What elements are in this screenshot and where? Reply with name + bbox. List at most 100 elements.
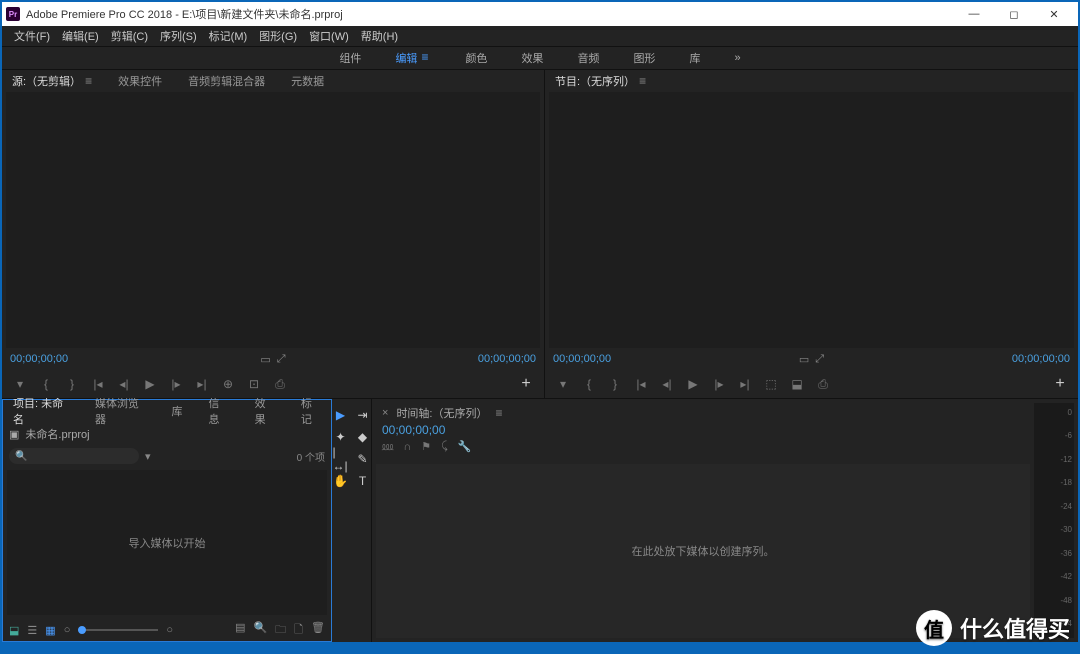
panel-menu-icon[interactable]: ≡: [496, 406, 503, 420]
out-point-icon[interactable]: }: [607, 376, 623, 392]
workspace-audio[interactable]: 音频: [569, 50, 607, 66]
overwrite-icon[interactable]: ⊡: [246, 376, 262, 392]
find-icon[interactable]: 🔍: [253, 621, 267, 640]
workspace-effects[interactable]: 效果: [513, 50, 551, 66]
tab-libraries[interactable]: 库: [165, 400, 188, 422]
goto-in-icon[interactable]: |◂: [633, 376, 649, 392]
in-point-icon[interactable]: {: [38, 376, 54, 392]
workspace-editing[interactable]: 编辑: [387, 50, 439, 66]
tab-audio-mixer[interactable]: 音频剪辑混合器: [182, 70, 271, 92]
auto-sequence-icon[interactable]: ▤: [235, 621, 245, 640]
tab-effect-controls[interactable]: 效果控件: [112, 70, 168, 92]
source-tc-in[interactable]: 00;00;00;00: [10, 353, 68, 365]
out-point-icon[interactable]: }: [64, 376, 80, 392]
ripple-edit-tool-icon[interactable]: ✦: [333, 429, 349, 445]
close-button[interactable]: ✕: [1034, 2, 1074, 26]
step-fwd-icon[interactable]: |▸: [711, 376, 727, 392]
settings-icon[interactable]: ⤢: [815, 353, 824, 366]
meter-tick: -12: [1060, 455, 1072, 464]
project-search-input[interactable]: 🔍: [9, 448, 139, 464]
program-tc-in[interactable]: 00;00;00;00: [553, 353, 611, 365]
play-icon[interactable]: ▶: [685, 376, 701, 392]
link-icon[interactable]: ∩: [403, 441, 411, 453]
settings-icon[interactable]: ⤹: [441, 440, 448, 453]
play-icon[interactable]: ▶: [142, 376, 158, 392]
lock-icon[interactable]: ⬓: [9, 624, 19, 637]
step-back-icon[interactable]: ◂|: [116, 376, 132, 392]
meter-tick: -36: [1060, 549, 1072, 558]
project-empty-hint[interactable]: 导入媒体以开始: [7, 470, 327, 615]
fit-icon[interactable]: ▭: [799, 353, 809, 366]
workspace-menu-icon[interactable]: [421, 56, 431, 60]
timeline-tc[interactable]: 00;00;00;00: [382, 423, 445, 437]
menu-graphics[interactable]: 图形(G): [253, 28, 303, 44]
tab-metadata[interactable]: 元数据: [285, 70, 330, 92]
list-view-icon[interactable]: ☰: [27, 624, 37, 637]
maximize-button[interactable]: ◻: [994, 2, 1034, 26]
marker-icon[interactable]: ▾: [555, 376, 571, 392]
watermark-text: 什么值得买: [960, 612, 1070, 644]
marker-icon[interactable]: ▾: [12, 376, 28, 392]
menu-edit[interactable]: 编辑(E): [56, 28, 105, 44]
sort-icon[interactable]: ○: [166, 624, 173, 636]
window-title: Adobe Premiere Pro CC 2018 - E:\项目\新建文件夹…: [26, 6, 343, 22]
wrench-icon[interactable]: 🔧: [458, 440, 472, 453]
tab-source[interactable]: 源:（无剪辑）≡: [6, 70, 98, 92]
insert-icon[interactable]: ⊕: [220, 376, 236, 392]
window-titlebar: Pr Adobe Premiere Pro CC 2018 - E:\项目\新建…: [2, 2, 1078, 26]
marker-add-icon[interactable]: ⚑: [421, 440, 431, 453]
step-back-icon[interactable]: ◂|: [659, 376, 675, 392]
hand-tool-icon[interactable]: ✋: [333, 473, 349, 489]
watermark-icon: 值: [916, 610, 952, 646]
trash-icon[interactable]: 🗑: [311, 621, 325, 640]
button-editor-icon[interactable]: +: [1052, 376, 1068, 392]
meter-tick: -30: [1060, 525, 1072, 534]
new-bin-icon[interactable]: 🗀: [275, 621, 286, 640]
project-filename: 未命名.prproj: [25, 426, 89, 442]
type-tool-icon[interactable]: T: [355, 473, 371, 489]
zoom-slider[interactable]: [78, 629, 158, 631]
workspace-assembly[interactable]: 组件: [331, 50, 369, 66]
goto-out-icon[interactable]: ▸|: [737, 376, 753, 392]
extract-icon[interactable]: ⬓: [789, 376, 805, 392]
export-frame-icon[interactable]: ⎙: [272, 376, 288, 392]
button-editor-icon[interactable]: +: [518, 376, 534, 392]
workspace-graphics[interactable]: 图形: [625, 50, 663, 66]
slip-tool-icon[interactable]: |↔|: [333, 451, 349, 467]
goto-in-icon[interactable]: |◂: [90, 376, 106, 392]
panel-menu-icon[interactable]: ≡: [639, 74, 646, 88]
snap-icon[interactable]: ⅏: [382, 439, 393, 454]
filter-bin-icon[interactable]: ▾: [145, 450, 151, 463]
track-select-tool-icon[interactable]: ⇥: [355, 407, 371, 423]
workspace-overflow[interactable]: »: [726, 52, 748, 64]
menu-marker[interactable]: 标记(M): [203, 28, 254, 44]
selection-tool-icon[interactable]: ▶: [333, 407, 349, 423]
meter-tick: -18: [1060, 478, 1072, 487]
program-tc-out[interactable]: 00;00;00;00: [1012, 353, 1070, 365]
menu-window[interactable]: 窗口(W): [303, 28, 355, 44]
tab-program[interactable]: 节目:（无序列）≡: [549, 70, 652, 92]
minimize-button[interactable]: —: [954, 2, 994, 26]
new-item-icon[interactable]: 🗋: [294, 621, 303, 640]
menu-help[interactable]: 帮助(H): [355, 28, 404, 44]
settings-icon[interactable]: ⤢: [277, 353, 286, 366]
project-panel: 项目: 未命名 媒体浏览器 库 信息 效果 标记 ▣ 未命名.prproj 🔍 …: [2, 399, 332, 642]
panel-menu-icon[interactable]: ≡: [85, 74, 92, 88]
menu-clip[interactable]: 剪辑(C): [105, 28, 154, 44]
goto-out-icon[interactable]: ▸|: [194, 376, 210, 392]
lift-icon[interactable]: ⬚: [763, 376, 779, 392]
razor-tool-icon[interactable]: ◆: [355, 429, 371, 445]
export-frame-icon[interactable]: ⎙: [815, 376, 831, 392]
menu-sequence[interactable]: 序列(S): [154, 28, 203, 44]
freeform-view-icon[interactable]: ○: [64, 624, 71, 636]
in-point-icon[interactable]: {: [581, 376, 597, 392]
source-tc-out[interactable]: 00;00;00;00: [478, 353, 536, 365]
icon-view-icon[interactable]: ▦: [45, 624, 55, 637]
source-panel: 源:（无剪辑）≡ 效果控件 音频剪辑混合器 元数据 00;00;00;00 ▭ …: [2, 70, 545, 398]
workspace-color[interactable]: 颜色: [457, 50, 495, 66]
fit-icon[interactable]: ▭: [260, 353, 270, 366]
step-fwd-icon[interactable]: |▸: [168, 376, 184, 392]
menu-file[interactable]: 文件(F): [8, 28, 56, 44]
pen-tool-icon[interactable]: ✎: [355, 451, 371, 467]
workspace-libraries[interactable]: 库: [681, 50, 708, 66]
